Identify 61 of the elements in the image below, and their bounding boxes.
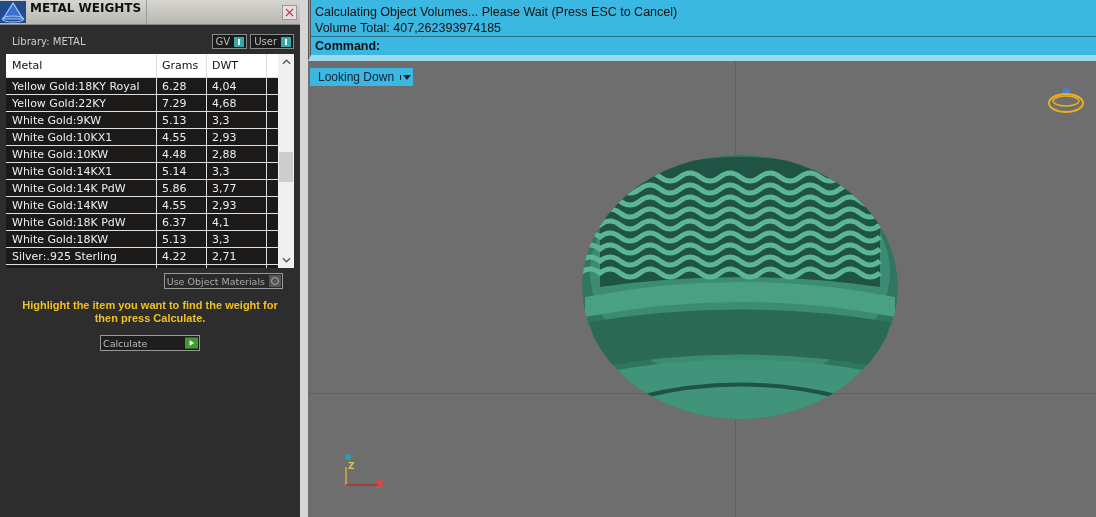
- caret-icon: [400, 74, 412, 80]
- table-cell: 2,93: [207, 129, 267, 145]
- axis-label: X: [376, 479, 384, 490]
- command-output-line: Calculating Object Volumes... Please Wait (Press ESC to Cancel): [314, 4, 679, 20]
- play-icon: [185, 337, 198, 349]
- table-cell: White Gold:18K PdW: [6, 214, 157, 230]
- table-cell: White Gold:9KW: [6, 112, 157, 128]
- table-cell: 5.86: [157, 180, 207, 196]
- table-cell: White Gold:14KX1: [6, 163, 157, 179]
- table-cell: 4.55: [157, 197, 207, 213]
- table-cell: 4,68: [207, 95, 267, 111]
- table-cell: 4.48: [157, 146, 207, 162]
- panel-title: METAL WEIGHTS: [30, 0, 147, 24]
- toggle-button[interactable]: GV: [211, 34, 248, 49]
- column-header[interactable]: Grams: [157, 54, 207, 77]
- calculate-button[interactable]: Calculate: [100, 335, 200, 351]
- view-dropdown[interactable]: Looking Down: [310, 68, 414, 86]
- table-cell: 5.14: [157, 163, 207, 179]
- toggle-button[interactable]: User: [250, 34, 294, 49]
- use-object-materials-checkbox[interactable]: Use Object Materials: [163, 273, 283, 289]
- toggle-icon: [281, 36, 291, 47]
- hint-text: Highlight the item you want to find the weight for then press Calculate.: [22, 299, 278, 325]
- scrollbar[interactable]: [278, 54, 294, 268]
- axis-label: Z: [348, 461, 355, 471]
- close-button[interactable]: [282, 4, 297, 20]
- pyramid-icon: [0, 1, 26, 23]
- ring-icon[interactable]: [1046, 85, 1086, 115]
- table-cell: 2,88: [207, 146, 267, 162]
- table-cell: 7.29: [157, 95, 207, 111]
- table-cell: 4,1: [207, 214, 267, 230]
- table-cell: 4.55: [157, 129, 207, 145]
- table-cell: 2,93: [207, 197, 267, 213]
- table-cell: White Gold:14K PdW: [6, 180, 157, 196]
- table-cell: Silver:.925 Sterling: [6, 248, 157, 264]
- table-cell: 2,71: [207, 248, 267, 264]
- table-cell: 4,04: [207, 78, 267, 94]
- table-cell: Yellow Gold:22KY: [6, 95, 157, 111]
- column-header[interactable]: DWT: [207, 54, 267, 77]
- command-output-line: Volume Total: 407,262393974185: [314, 20, 503, 36]
- table-cell: 6.28: [157, 78, 207, 94]
- table-cell: 5.13: [157, 231, 207, 247]
- scroll-up-icon[interactable]: [281, 59, 291, 65]
- table-cell: 4.22: [157, 248, 207, 264]
- table-cell: White Gold:10KW: [6, 146, 157, 162]
- command-prompt: Command:: [315, 39, 381, 53]
- command-input[interactable]: Command:: [311, 36, 1096, 55]
- table-cell: White Gold:14KW: [6, 197, 157, 213]
- table-cell: 6.37: [157, 214, 207, 230]
- table-cell: 3,3: [207, 112, 267, 128]
- table-cell: Yellow Gold:18KY Royal: [6, 78, 157, 94]
- scroll-thumb[interactable]: [279, 152, 293, 182]
- table-cell: 3,77: [207, 180, 267, 196]
- table-cell: 5.13: [157, 112, 207, 128]
- table-cell: 3,3: [207, 231, 267, 247]
- toggle-icon: [234, 36, 245, 47]
- table-cell: 3,3: [207, 163, 267, 179]
- table-cell: White Gold:10KX1: [6, 129, 157, 145]
- scroll-down-icon[interactable]: [281, 257, 291, 263]
- table-cell: White Gold:18KW: [6, 231, 157, 247]
- column-header[interactable]: Metal: [6, 54, 157, 77]
- library-label: Library: METAL: [12, 36, 86, 47]
